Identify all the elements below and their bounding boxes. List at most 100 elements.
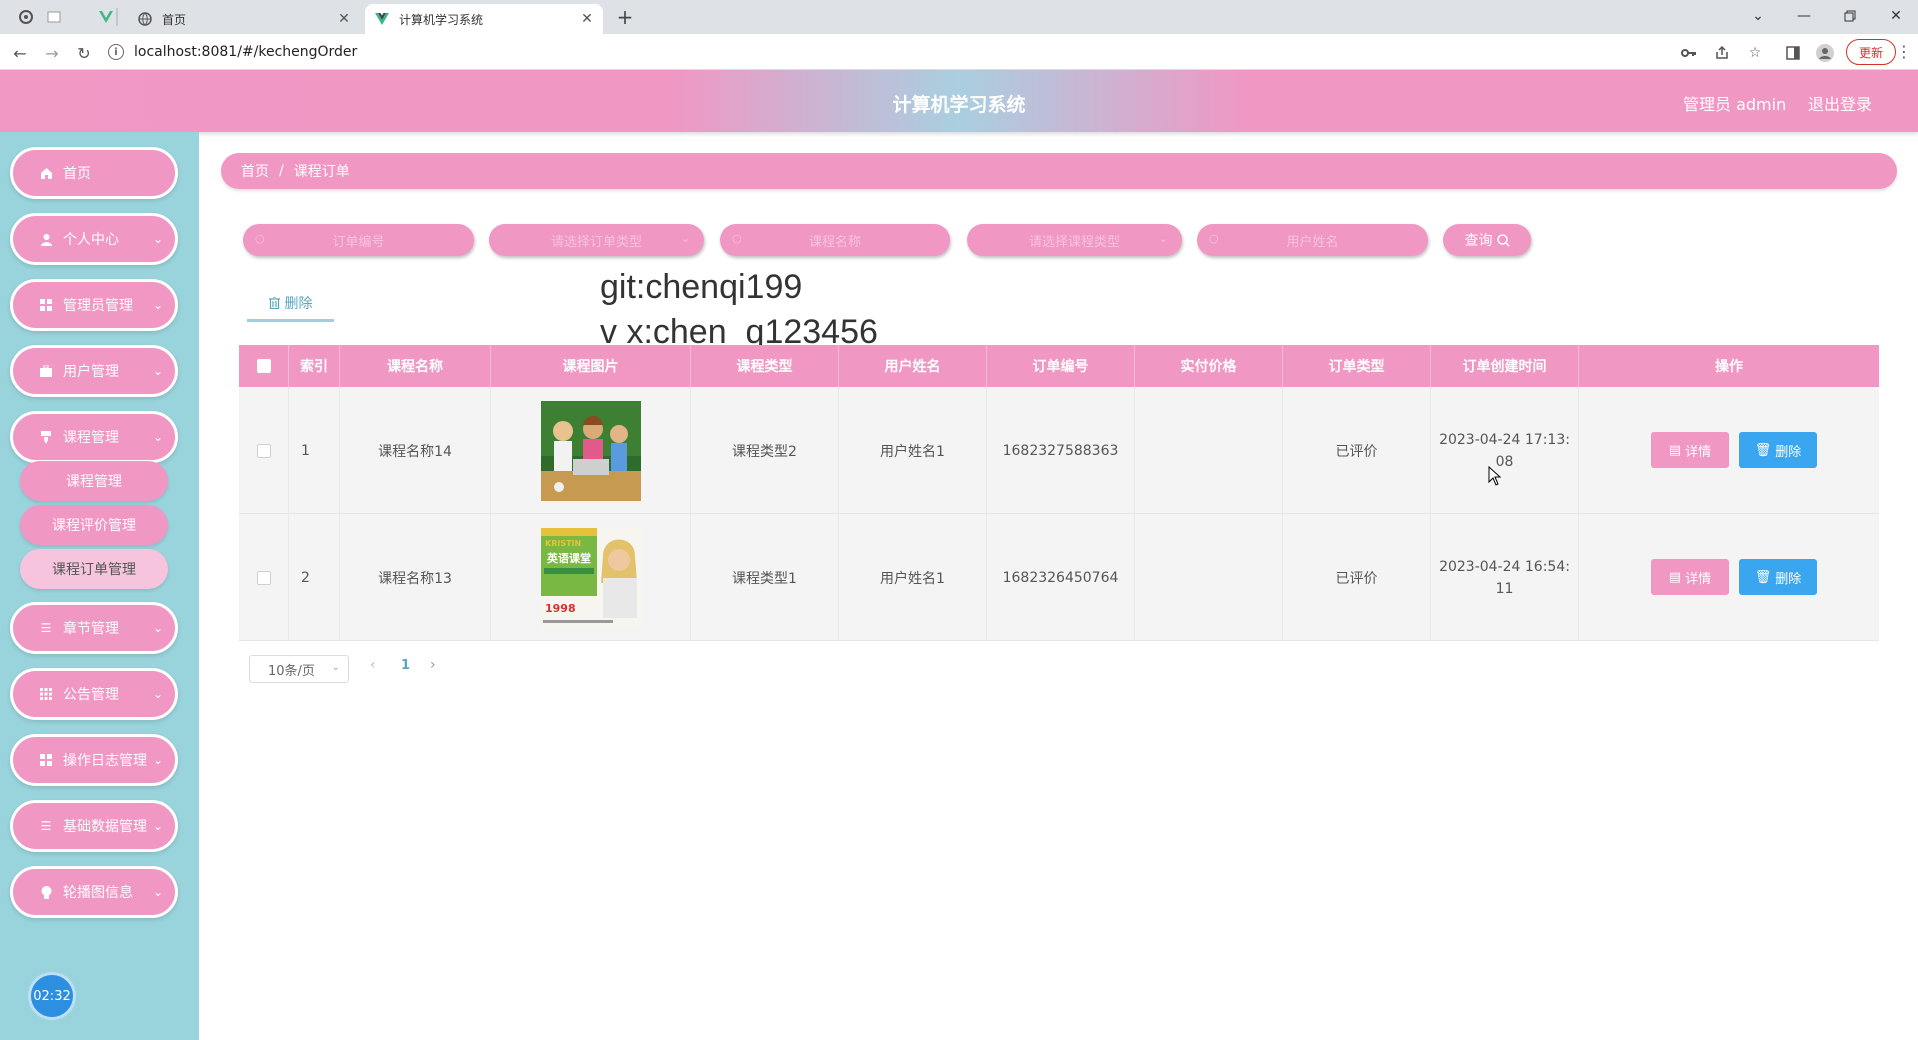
watermark-line-1: git:chenqi199 (600, 268, 803, 306)
detail-button[interactable]: ▤ 详情 (1651, 432, 1729, 468)
submenu-course-review[interactable]: 课程评价管理 (20, 505, 168, 545)
sidebar-item-log[interactable]: 操作日志管理 ⌄ (10, 734, 178, 786)
course-thumbnail[interactable]: KRISTIN 英语课堂 1998 (540, 527, 641, 628)
url-field[interactable]: i localhost:8081/#/kechengOrder (108, 39, 1668, 65)
breadcrumb-home[interactable]: 首页 (241, 161, 269, 181)
tab-current[interactable]: 计算机学习系统 ✕ (365, 4, 603, 34)
column-header: 订单编号 (987, 345, 1135, 387)
grid-icon (39, 298, 53, 312)
vue-tab-icon[interactable] (96, 7, 116, 27)
app-title: 计算机学习系统 (892, 94, 1026, 116)
chevron-down-icon[interactable]: ⌄ (1746, 5, 1770, 27)
logout-link[interactable]: 退出登录 (1808, 91, 1872, 115)
course-image-cell: KRISTIN 英语课堂 1998 (491, 514, 691, 641)
prev-page-icon[interactable]: ‹ (370, 657, 376, 673)
order-no-cell: 1682327588363 (987, 387, 1135, 514)
key-icon[interactable] (1678, 42, 1700, 64)
briefcase-icon (39, 364, 53, 378)
sidebar-item-notice[interactable]: 公告管理 ⌄ (10, 668, 178, 720)
sidebar-item-label: 基础数据管理 (63, 819, 147, 835)
goods-icon (39, 430, 53, 444)
created-time-cell: 2023-04-24 17:13: 08 (1431, 387, 1579, 514)
column-header: 订单创建时间 (1431, 345, 1579, 387)
sidebar-item-home[interactable]: 首页 (10, 147, 178, 199)
watermark-text: git:chenqi199 v x:chen_q123456 (600, 265, 878, 355)
more-icon[interactable]: ⋮ (1896, 42, 1912, 61)
globe-icon (138, 12, 152, 26)
batch-delete-label: 删除 (284, 295, 313, 312)
chevron-down-icon: ⌄ (152, 885, 163, 899)
delete-button[interactable]: 🗑 删除 (1739, 432, 1817, 468)
close-icon[interactable]: ✕ (579, 11, 595, 27)
breadcrumb: 首页 / 课程订单 (221, 153, 1897, 189)
order-no-input[interactable]: ○ 订单编号 (243, 224, 474, 256)
page-size-select[interactable]: 10条/页 ⌄ (249, 655, 349, 683)
timer-badge: 02:32 (28, 972, 76, 1020)
course-name-cell: 课程名称14 (340, 387, 491, 514)
course-thumbnail[interactable] (540, 400, 641, 501)
page-number-current[interactable]: 1 (401, 658, 410, 673)
chevron-down-icon: ⌄ (152, 621, 163, 635)
sidebar-item-users[interactable]: 用户管理 ⌄ (10, 345, 178, 397)
chevron-down-icon: ⌄ (152, 753, 163, 767)
restore-icon[interactable] (1838, 5, 1862, 27)
sidebar-item-label: 用户管理 (63, 364, 119, 380)
sidebar-item-label: 课程管理 (63, 430, 119, 446)
breadcrumb-current: 课程订单 (293, 164, 350, 180)
submenu-course-order[interactable]: 课程订单管理 (20, 549, 168, 589)
close-icon[interactable]: ✕ (336, 11, 352, 27)
info-icon[interactable]: i (108, 44, 124, 60)
tab-home[interactable]: 首页 ✕ (128, 4, 360, 34)
back-icon[interactable]: ← (9, 42, 31, 64)
row-checkbox[interactable] (256, 570, 271, 585)
chevron-down-icon: ⌄ (152, 364, 163, 378)
table-row: 2 课程名称13 KRISTIN 英语课堂 1998 课程类型1 用户姓名1 1… (239, 514, 1879, 641)
sidebar-item-personal[interactable]: 个人中心 ⌄ (10, 213, 178, 265)
forward-icon[interactable]: → (41, 42, 63, 64)
user-name-input[interactable]: ○ 用户姓名 (1197, 224, 1428, 256)
column-header: 实付价格 (1135, 345, 1283, 387)
minimize-icon[interactable]: — (1792, 5, 1816, 27)
trash-icon (268, 296, 280, 309)
sidebar-item-carousel[interactable]: 轮播图信息 ⌄ (10, 866, 178, 918)
order-no-cell: 1682326450764 (987, 514, 1135, 641)
sidebar-item-basedata[interactable]: ☰ 基础数据管理 ⌄ (10, 800, 178, 852)
reload-icon[interactable]: ↻ (73, 42, 95, 64)
sidebar-item-admin[interactable]: 管理员管理 ⌄ (10, 279, 178, 331)
search-button[interactable]: 查询 (1443, 224, 1531, 256)
sidebar-item-label: 首页 (63, 166, 91, 182)
browser-menu-icon[interactable] (16, 7, 36, 27)
profile-icon[interactable] (1814, 42, 1836, 64)
close-window-icon[interactable]: ✕ (1884, 5, 1908, 27)
course-type-select[interactable]: 请选择课程类型 ⌄ (967, 224, 1182, 256)
tab-page-icon[interactable] (44, 7, 64, 27)
chevron-down-icon: ⌄ (152, 687, 163, 701)
next-page-icon[interactable]: › (430, 657, 436, 673)
detail-button[interactable]: ▤ 详情 (1651, 559, 1729, 595)
course-type-placeholder: 请选择课程类型 (1028, 234, 1120, 250)
browser-tabstrip: 首页 ✕ 计算机学习系统 ✕ + ⌄ — ✕ (0, 0, 1918, 34)
breadcrumb-separator: / (279, 163, 284, 179)
search-icon: ○ (255, 232, 265, 245)
row-checkbox[interactable] (256, 443, 271, 458)
star-icon[interactable]: ☆ (1744, 42, 1766, 64)
detail-label: 详情 (1685, 571, 1712, 587)
share-icon[interactable] (1711, 42, 1733, 64)
course-name-input[interactable]: ○ 课程名称 (720, 224, 950, 256)
batch-delete-button[interactable]: 删除 (247, 286, 334, 322)
column-header: 课程图片 (491, 345, 691, 387)
submenu-course-manage[interactable]: 课程管理 (20, 461, 168, 501)
sidebar-item-chapter[interactable]: ☰ 章节管理 ⌄ (10, 602, 178, 654)
column-header: 操作 (1715, 359, 1743, 375)
column-header: 用户姓名 (839, 345, 987, 387)
sidebar-item-course[interactable]: 课程管理 ⌄ (10, 411, 178, 463)
tab-title: 首页 (162, 12, 187, 27)
select-all-checkbox[interactable] (256, 359, 271, 373)
new-tab-icon[interactable]: + (614, 5, 636, 29)
update-button[interactable]: 更新 (1846, 39, 1896, 65)
page-size-value: 10条/页 (268, 663, 315, 679)
order-type-select[interactable]: 请选择订单类型 ⌄ (489, 224, 704, 256)
delete-button[interactable]: 🗑 删除 (1739, 559, 1817, 595)
sidepanel-icon[interactable] (1782, 42, 1804, 64)
trash-icon: 🗑 (1754, 569, 1772, 585)
